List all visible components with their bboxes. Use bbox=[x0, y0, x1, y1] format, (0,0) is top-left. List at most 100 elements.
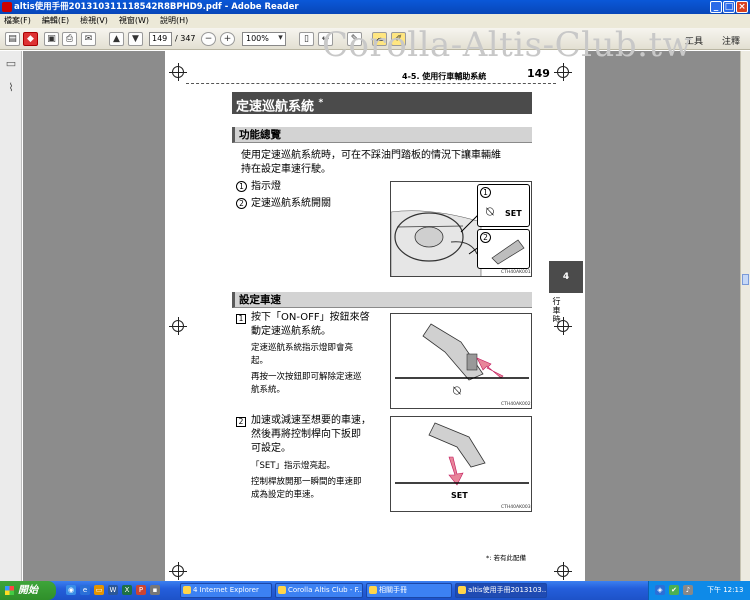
figure-code: CTH40AK001 bbox=[501, 270, 531, 275]
maximize-button[interactable]: □ bbox=[723, 1, 735, 13]
step-2-note-1: 「SET」指示燈亮起。 bbox=[251, 461, 335, 471]
close-button[interactable]: × bbox=[736, 1, 748, 13]
save-icon[interactable]: ▣ bbox=[44, 32, 59, 46]
step-1-line-2: 動定速巡航系統。 bbox=[251, 326, 331, 337]
step-2-note-2: 控制桿放開那一瞬間的車速即 bbox=[251, 477, 362, 487]
footnote: *: 若有此配備 bbox=[486, 554, 527, 562]
title-bar: altis使用手冊201310311118542R8BPHD9.pdf - Ad… bbox=[0, 0, 750, 14]
item-2-label: 定速巡航系統開關 bbox=[251, 198, 331, 209]
item-1-label: 指示燈 bbox=[251, 181, 281, 192]
excel-icon[interactable]: X bbox=[122, 585, 132, 595]
step-1-note-2b: 航系統。 bbox=[251, 385, 286, 395]
registration-mark bbox=[169, 562, 187, 580]
page-total: / 347 bbox=[175, 34, 196, 43]
set-indicator: SET bbox=[451, 491, 468, 500]
step-2-line-1: 加速或減速至想要的車速， bbox=[251, 415, 371, 426]
registration-mark bbox=[554, 63, 572, 81]
task-ie[interactable]: 4 Internet Explorer bbox=[180, 583, 272, 598]
overview-text-2: 持在設定車速行駛。 bbox=[241, 164, 331, 175]
title-mark: * bbox=[318, 98, 324, 108]
folder-icon[interactable]: ▭ bbox=[94, 585, 104, 595]
scrollbar-thumb[interactable] bbox=[742, 274, 749, 285]
watermark: Corolla-Altis-Club.tw bbox=[322, 25, 693, 65]
step-1-note-1: 定速巡航系統指示燈即會亮 bbox=[251, 343, 354, 353]
fit-page-icon[interactable]: ▯ bbox=[299, 32, 314, 46]
vertical-scrollbar[interactable] bbox=[740, 51, 750, 581]
create-pdf-icon[interactable]: ◆ bbox=[23, 32, 38, 46]
menu-window[interactable]: 視窗(W) bbox=[119, 14, 149, 28]
word-icon[interactable]: W bbox=[108, 585, 118, 595]
overview-heading: 功能總覽 bbox=[232, 127, 532, 143]
minimize-button[interactable]: _ bbox=[710, 1, 722, 13]
menu-edit[interactable]: 編輯(E) bbox=[42, 14, 69, 28]
indicator-inset: 1 ⍉ SET bbox=[477, 184, 530, 227]
task-related-manuals[interactable]: 相關手冊 bbox=[366, 583, 452, 598]
registration-mark bbox=[554, 562, 572, 580]
email-icon[interactable]: ✉ bbox=[81, 32, 96, 46]
prev-page-icon[interactable]: ▲ bbox=[109, 32, 124, 46]
cruise-indicator-icon: ⍉ bbox=[453, 384, 461, 399]
adobe-reader-icon bbox=[2, 2, 12, 12]
zoom-out-icon[interactable]: − bbox=[201, 32, 216, 46]
set-indicator: SET bbox=[505, 209, 522, 218]
window-title: altis使用手冊201310311118542R8BPHD9.pdf - Ad… bbox=[14, 2, 299, 12]
powerpoint-icon[interactable]: P bbox=[136, 585, 146, 595]
section-header: 4-5. 使用行車輔助系統 bbox=[402, 72, 487, 81]
task-adobe-reader[interactable]: altis使用手冊2013103... bbox=[455, 583, 547, 598]
figure-set: SET CTH40AK003 bbox=[390, 416, 532, 512]
registration-mark bbox=[169, 63, 187, 81]
comment-button[interactable]: 注釋 bbox=[722, 34, 740, 47]
chapter-tab-label: 行車時 bbox=[552, 297, 561, 324]
figure-code: CTH40AK002 bbox=[501, 402, 531, 407]
callout-1: 1 bbox=[480, 187, 491, 198]
item-2-number: 2 bbox=[236, 198, 247, 209]
navigation-panel: ▭ ⌇ bbox=[0, 51, 22, 581]
pages-icon[interactable]: ▭ bbox=[5, 57, 17, 70]
chapter-tab: 4 bbox=[549, 261, 583, 293]
tray-network-icon[interactable]: ◈ bbox=[655, 585, 665, 595]
registration-mark bbox=[169, 317, 187, 335]
item-1: 1 指示燈 bbox=[236, 179, 281, 194]
ie-icon[interactable]: e bbox=[80, 585, 90, 595]
chrome-icon[interactable]: ◉ bbox=[66, 585, 76, 595]
overview-text-1: 使用定速巡航系統時，可在不踩油門踏板的情況下讓車輛維 bbox=[241, 150, 501, 161]
step-2-line-2: 然後再將控制桿向下扳即 bbox=[251, 429, 361, 440]
open-icon[interactable]: ▤ bbox=[5, 32, 20, 46]
task-corolla-club[interactable]: Corolla Altis Club - F... bbox=[275, 583, 363, 598]
figure-on-off: ⍉ CTH40AK002 bbox=[390, 313, 532, 409]
window-controls: _ □ × bbox=[710, 1, 748, 13]
callout-2: 2 bbox=[480, 232, 491, 243]
menu-view[interactable]: 檢視(V) bbox=[80, 14, 108, 28]
start-button[interactable]: 開始 bbox=[0, 581, 56, 600]
step-1-note-2: 再按一次按鈕即可解除定速巡 bbox=[251, 372, 362, 382]
page-number: 149 bbox=[527, 67, 550, 80]
step-1-line-1: 按下「ON-OFF」按鈕來啓 bbox=[251, 312, 370, 323]
tray-security-icon[interactable]: ✔ bbox=[669, 585, 679, 595]
step-2-note-2b: 成為設定的車速。 bbox=[251, 490, 320, 500]
tray-volume-icon[interactable]: ♪ bbox=[683, 585, 693, 595]
figure-steering-wheel: 1 ⍉ SET 2 CTH40AK001 bbox=[390, 181, 532, 277]
chevron-down-icon[interactable]: ▾ bbox=[275, 32, 286, 46]
step-1-note-1b: 起。 bbox=[251, 356, 269, 366]
app-icon[interactable]: ▪ bbox=[150, 585, 160, 595]
step-1-number: 1 bbox=[236, 314, 246, 324]
taskbar: 開始 ◉ e ▭ W X P ▪ 4 Internet Explorer Cor… bbox=[0, 581, 750, 600]
attachment-icon[interactable]: ⌇ bbox=[5, 81, 17, 94]
clock: 下午 12:13 bbox=[707, 586, 744, 594]
figure-code: CTH40AK003 bbox=[501, 505, 531, 510]
print-icon[interactable]: ⎙ bbox=[62, 32, 77, 46]
lever-press-illustration bbox=[395, 323, 529, 381]
item-2: 2 定速巡航系統開關 bbox=[236, 196, 331, 211]
step-2-number: 2 bbox=[236, 417, 246, 427]
menu-file[interactable]: 檔案(F) bbox=[4, 14, 31, 28]
next-page-icon[interactable]: ▼ bbox=[128, 32, 143, 46]
page-title: 定速巡航系統 * bbox=[232, 92, 532, 114]
page-title-text: 定速巡航系統 bbox=[236, 99, 315, 115]
menu-help[interactable]: 說明(H) bbox=[160, 14, 188, 28]
lever-inset: 2 bbox=[477, 229, 530, 269]
cruise-indicator-icon: ⍉ bbox=[486, 205, 494, 220]
page-number-input[interactable]: 149 bbox=[149, 32, 172, 46]
zoom-in-icon[interactable]: + bbox=[220, 32, 235, 46]
item-1-number: 1 bbox=[236, 181, 247, 192]
set-speed-heading: 設定車速 bbox=[232, 292, 532, 308]
